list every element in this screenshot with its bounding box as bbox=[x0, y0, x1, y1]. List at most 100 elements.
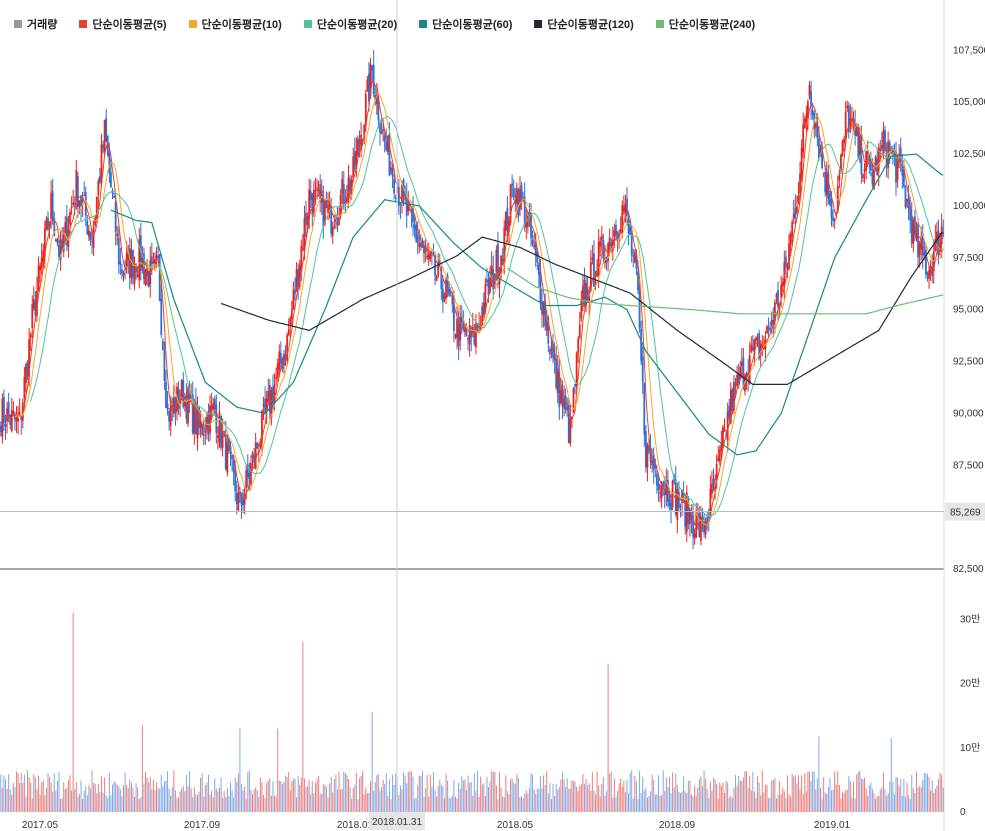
volume-bar bbox=[289, 790, 291, 812]
volume-bar bbox=[245, 798, 247, 812]
volume-bar bbox=[332, 792, 334, 812]
candle-body bbox=[391, 168, 394, 177]
volume-bar bbox=[771, 780, 773, 812]
candle-body bbox=[237, 492, 240, 511]
volume-bar bbox=[645, 788, 647, 812]
volume-bar bbox=[453, 779, 455, 812]
candle-body bbox=[196, 408, 199, 439]
candle-body bbox=[723, 429, 726, 432]
volume-bar bbox=[700, 776, 702, 812]
volume-bar bbox=[104, 777, 106, 812]
volume-bar bbox=[299, 784, 301, 812]
candle-body bbox=[39, 265, 42, 271]
candle-body bbox=[353, 151, 356, 170]
volume-bar bbox=[72, 612, 74, 812]
volume-bar bbox=[308, 779, 310, 812]
candle-body bbox=[394, 197, 397, 199]
candle-body bbox=[358, 140, 361, 145]
volume-bar bbox=[851, 797, 853, 812]
candle-body bbox=[32, 299, 35, 309]
volume-bar bbox=[650, 791, 652, 812]
volume-bar bbox=[481, 784, 483, 812]
volume-bar bbox=[12, 783, 14, 812]
volume-bar bbox=[744, 771, 746, 812]
candle-body bbox=[385, 141, 388, 150]
volume-bar bbox=[618, 783, 620, 812]
candle-body bbox=[717, 457, 720, 461]
volume-bar bbox=[571, 780, 573, 812]
volume-bar bbox=[140, 797, 142, 812]
volume-bar bbox=[58, 772, 60, 812]
volume-bar bbox=[747, 787, 749, 812]
candle-body bbox=[388, 133, 391, 176]
volume-bar bbox=[192, 797, 194, 812]
volume-bar bbox=[379, 790, 381, 812]
volume-bar bbox=[549, 782, 551, 812]
candle-body bbox=[165, 381, 167, 408]
volume-bar bbox=[190, 788, 192, 812]
candle-body bbox=[4, 423, 7, 427]
candle-body bbox=[624, 203, 627, 214]
volume-bar bbox=[761, 770, 763, 812]
candle-body bbox=[91, 241, 93, 243]
stock-chart[interactable]: 107,500 105,000 102,500 100,000 97,500 95,000… bbox=[0, 0, 985, 831]
candle-body bbox=[150, 256, 153, 265]
volume-bar bbox=[604, 795, 606, 812]
volume-bar bbox=[931, 780, 933, 812]
candle-body bbox=[838, 174, 841, 181]
candle-body bbox=[253, 455, 255, 463]
volume-bar bbox=[572, 781, 574, 812]
volume-bar bbox=[49, 776, 51, 812]
candle-body bbox=[640, 328, 643, 361]
volume-bar bbox=[857, 772, 859, 812]
candle-body bbox=[824, 172, 827, 193]
candle-body bbox=[613, 230, 616, 237]
candle-body bbox=[292, 289, 295, 310]
volume-bar bbox=[100, 776, 102, 812]
candle-body bbox=[95, 196, 98, 219]
volume-bar bbox=[834, 771, 836, 812]
volume-bar bbox=[609, 773, 611, 812]
candle-body bbox=[896, 160, 899, 180]
volume-bar bbox=[357, 799, 359, 812]
candle-body bbox=[588, 296, 591, 301]
volume-bar bbox=[300, 777, 302, 812]
volume-bar bbox=[242, 790, 244, 812]
volume-bar bbox=[876, 795, 878, 812]
volume-bar bbox=[749, 776, 751, 812]
volume-bar bbox=[919, 786, 921, 812]
volume-bar bbox=[385, 773, 387, 812]
candle-body bbox=[751, 346, 754, 350]
candle-body bbox=[18, 411, 21, 415]
candle-body bbox=[559, 389, 562, 403]
candle-body bbox=[770, 320, 773, 326]
candle-body bbox=[781, 281, 784, 286]
volume-bar bbox=[52, 791, 54, 812]
volume-bar bbox=[193, 787, 195, 812]
candle-body bbox=[172, 398, 175, 414]
volume-bar bbox=[297, 776, 299, 812]
volume-bar bbox=[176, 798, 178, 812]
candle-body bbox=[136, 274, 139, 277]
x-tick-label: 2019.01 bbox=[814, 820, 851, 831]
candle-body bbox=[829, 193, 831, 205]
volume-bar bbox=[296, 797, 298, 812]
volume-bar bbox=[129, 779, 131, 812]
volume-bar bbox=[694, 785, 696, 812]
x-tick-label: 2017.09 bbox=[184, 820, 221, 831]
volume-bar bbox=[517, 777, 519, 812]
volume-bar bbox=[642, 777, 644, 812]
volume-bar bbox=[602, 777, 604, 812]
volume-bar bbox=[5, 779, 7, 812]
volume-bar bbox=[934, 788, 936, 812]
volume-bar bbox=[185, 774, 187, 812]
candle-body bbox=[215, 404, 218, 433]
candle-body bbox=[454, 335, 457, 337]
volume-bar bbox=[313, 793, 315, 812]
volume-bar bbox=[168, 788, 170, 812]
volume-bar bbox=[587, 785, 589, 812]
volume-tick-label: 10만 bbox=[960, 742, 980, 754]
candle-body bbox=[443, 294, 446, 300]
volume-bar bbox=[886, 795, 888, 812]
volume-bar bbox=[123, 785, 125, 812]
